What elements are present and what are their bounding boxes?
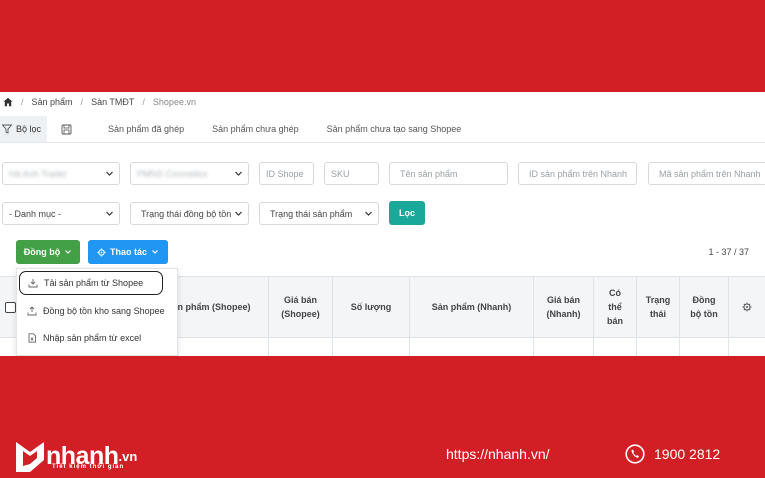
col-status: Trạng thái: [636, 277, 679, 337]
breadcrumb-separator: /: [21, 97, 24, 107]
col-can-sell-line3: bán: [606, 316, 623, 326]
shop-select-value: Hà Anh Trader: [9, 168, 68, 179]
pagination-info: 1 - 37 / 37: [708, 247, 749, 257]
chevron-down-icon: [106, 211, 113, 216]
sync-status-select-value: Trạng thái đồng bộ tồn: [141, 208, 232, 219]
sync-status-select[interactable]: Trạng thái đồng bộ tồn: [130, 202, 249, 225]
menu-item-label: Đồng bộ tồn kho sang Shopee: [43, 306, 165, 316]
col-settings[interactable]: [728, 277, 765, 337]
menu-item-sync-stock-to-shopee[interactable]: Đồng bộ tồn kho sang Shopee: [17, 299, 177, 323]
col-can-sell-line1: Có: [608, 288, 621, 298]
table-cell-divider: [679, 337, 680, 356]
operations-button-label: Thao tác: [109, 247, 147, 257]
chevron-down-icon: [152, 250, 158, 254]
table-cell-divider: [409, 337, 410, 356]
operations-button[interactable]: Thao tác: [88, 240, 168, 264]
table-cell-divider: [593, 337, 594, 356]
upload-icon: [27, 306, 37, 316]
id-nhanh-placeholder: ID sản phẩm trên Nhanh: [529, 168, 628, 179]
menu-item-label: Nhập sản phẩm từ excel: [43, 333, 142, 343]
product-status-select[interactable]: Trạng thái sản phẩm: [259, 202, 379, 225]
chevron-down-icon: [106, 171, 113, 176]
download-icon: [28, 279, 38, 288]
breadcrumb-item-ecommerce[interactable]: Sàn TMĐT: [91, 97, 134, 107]
logo-tagline: Tiết kiệm thời gian: [52, 464, 125, 470]
tab-save-filter[interactable]: [47, 116, 90, 142]
gear-icon: [97, 247, 106, 257]
col-sync-stock-line2: bộ tồn: [690, 309, 718, 319]
col-status-line1: Trạng: [645, 295, 671, 305]
breadcrumb-item-products[interactable]: Sản phẩm: [32, 97, 73, 107]
chevron-down-icon: [65, 250, 72, 254]
phone-icon: [625, 444, 645, 464]
table-cell-divider: [533, 337, 534, 356]
id-shopee-placeholder: ID Shope: [266, 168, 304, 179]
product-name-placeholder: Tên sản phẩm: [400, 168, 458, 179]
code-nhanh-placeholder: Mã sản phẩm trên Nhanh: [659, 168, 761, 179]
operations-dropdown-menu: Tải sản phẩm từ Shopee Đồng bộ tồn kho s…: [16, 268, 178, 356]
table-cell-divider: [636, 337, 637, 356]
logo-mark-icon: [16, 442, 44, 472]
chevron-down-icon: [365, 211, 372, 216]
tab-matched[interactable]: Sản phẩm đã ghép: [98, 116, 194, 142]
col-product-nhanh: Sản phẩm (Nhanh): [409, 277, 533, 337]
chevron-down-icon: [235, 211, 242, 216]
breadcrumb-separator: /: [142, 97, 145, 107]
tab-not-created[interactable]: Sản phẩm chưa tạo sang Shopee: [317, 116, 472, 142]
product-status-select-value: Trạng thái sản phẩm: [270, 208, 353, 219]
sku-placeholder: SKU: [331, 168, 350, 179]
excel-file-icon: [28, 333, 36, 343]
code-nhanh-input[interactable]: Mã sản phẩm trên Nhanh: [648, 162, 765, 185]
col-sync-stock: Đồng bộ tồn: [679, 277, 728, 337]
home-icon[interactable]: [3, 97, 13, 107]
col-price-nhanh: Giá bán (Nhanh): [533, 277, 593, 337]
sku-input[interactable]: SKU: [324, 162, 379, 185]
table-cell-divider: [728, 337, 729, 356]
menu-item-label: Tải sản phẩm từ Shopee: [44, 278, 144, 288]
menu-item-import-excel[interactable]: Nhập sản phẩm từ excel: [17, 326, 177, 350]
id-shopee-input[interactable]: ID Shope: [259, 162, 314, 185]
hotline[interactable]: 1900 2812: [625, 444, 720, 464]
chevron-down-icon: [235, 171, 242, 176]
app-panel: / Sản phẩm / Sàn TMĐT / Shopee.vn Bộ lọc…: [0, 92, 765, 356]
shop-select[interactable]: Hà Anh Trader: [2, 162, 120, 185]
nhanh-logo: nhanh .vn Tiết kiệm thời gian: [14, 437, 137, 475]
filter-icon: [2, 124, 12, 134]
product-name-input[interactable]: Tên sản phẩm: [389, 162, 508, 185]
gear-icon: [742, 302, 752, 312]
save-icon: [61, 124, 72, 134]
breadcrumb-item-shopee: Shopee.vn: [152, 97, 196, 107]
col-sync-stock-line1: Đồng: [692, 295, 716, 305]
col-price-shopee-line2: (Shopee): [281, 309, 320, 319]
table-cell-divider: [332, 337, 333, 356]
id-nhanh-input[interactable]: ID sản phẩm trên Nhanh: [518, 162, 637, 185]
col-can-sell-line2: thể: [608, 302, 622, 312]
col-price-nhanh-line1: Giá bán: [546, 295, 580, 305]
col-status-line2: thái: [649, 309, 666, 319]
col-price-shopee: Giá bán (Shopee): [268, 277, 332, 337]
store-select-value: PMNS Cosmetics: [137, 168, 208, 179]
website-url[interactable]: https://nhanh.vn/: [446, 446, 550, 462]
tab-filter[interactable]: Bộ lọc: [0, 116, 48, 142]
category-select-value: - Danh mục -: [9, 208, 62, 219]
category-select[interactable]: - Danh mục -: [2, 202, 120, 225]
sync-button-label: Đồng bộ: [23, 247, 61, 257]
col-price-nhanh-line2: (Nhanh): [546, 309, 581, 319]
menu-item-download-from-shopee[interactable]: Tải sản phẩm từ Shopee: [19, 271, 163, 295]
store-select[interactable]: PMNS Cosmetics: [130, 162, 249, 185]
col-price-shopee-line1: Giá bán: [283, 295, 317, 305]
logo-tld: .vn: [118, 448, 138, 464]
tab-unmatched[interactable]: Sản phẩm chưa ghép: [202, 116, 309, 142]
col-can-sell: Có thể bán: [593, 277, 636, 337]
tab-filter-label: Bộ lọc: [16, 124, 42, 134]
breadcrumb: / Sản phẩm / Sàn TMĐT / Shopee.vn: [0, 92, 765, 112]
select-all-checkbox[interactable]: [5, 302, 16, 313]
sync-button[interactable]: Đồng bộ: [16, 240, 80, 264]
table-cell-divider: [268, 337, 269, 356]
hotline-number: 1900 2812: [654, 446, 721, 462]
filter-button[interactable]: Lọc: [389, 201, 425, 225]
breadcrumb-separator: /: [80, 97, 84, 107]
tab-bar: Bộ lọc Sản phẩm đã ghép Sản phẩm chưa gh…: [0, 116, 765, 143]
col-quantity: Số lượng: [332, 277, 409, 337]
